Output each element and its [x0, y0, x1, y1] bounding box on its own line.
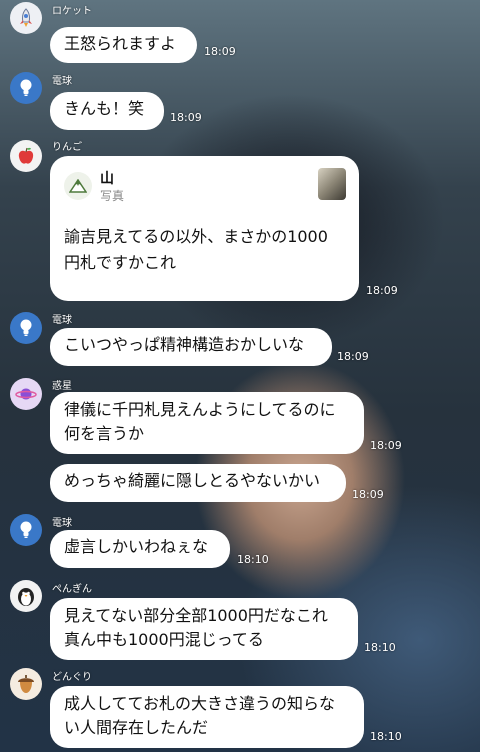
message-line: 成人しててお札の大きさ違うの知らな [64, 694, 336, 713]
message-item: ロケット 王怒られますよ 18:09 [0, 0, 480, 70]
message-item: 惑星 律儀に千円札見えんようにしてるのに 何を言うか 18:09 [0, 374, 480, 458]
timestamp: 18:09 [170, 111, 202, 124]
message-bubble[interactable]: めっちゃ綺麗に隠しとるやないかい [50, 464, 346, 502]
timestamp: 18:09 [370, 439, 402, 452]
sender-name: ぺんぎん [52, 584, 92, 595]
message-line: 律儀に千円札見えんようにしてるのに [64, 400, 336, 419]
message-text: 諭吉見えてるの以外、まさかの1000 円札ですかこれ [64, 224, 364, 276]
message-item: 電球 虚言しかいわねぇな 18:10 [0, 512, 480, 572]
message-item: ぺんぎん 見えてない部分全部1000円だなこれ 真ん中も1000円混じってる 1… [0, 578, 480, 662]
sender-name: どんぐり [52, 672, 92, 683]
message-text: 王怒られますよ [64, 34, 177, 53]
lightbulb-icon[interactable] [10, 514, 42, 546]
message-bubble[interactable]: きんも！笑 [50, 92, 164, 130]
message-bubble[interactable]: こいつやっぱ精神構造おかしいな [50, 328, 332, 366]
message-item: 電球 こいつやっぱ精神構造おかしいな 18:09 [0, 308, 480, 370]
message-item: 電球 きんも！笑 18:09 [0, 70, 480, 132]
timestamp: 18:10 [237, 553, 269, 566]
message-text: こいつやっぱ精神構造おかしいな [64, 335, 305, 354]
card-title: 山 [100, 171, 114, 187]
sender-name: 電球 [52, 76, 72, 87]
shared-post-card[interactable]: 山 写真 諭吉見えてるの以外、まさかの1000 円札ですかこれ [50, 156, 359, 301]
apple-icon[interactable] [10, 140, 42, 172]
timestamp: 18:09 [337, 350, 369, 363]
timestamp: 18:09 [352, 488, 384, 501]
message-line: 諭吉見えてるの以外、まさかの1000 [64, 227, 328, 246]
sender-name: 惑星 [52, 381, 72, 392]
card-header: 山 写真 [64, 168, 346, 206]
mountain-icon [64, 172, 92, 200]
penguin-icon[interactable] [10, 580, 42, 612]
message-bubble[interactable]: 虚言しかいわねぇな [50, 530, 230, 568]
message-bubble[interactable]: 見えてない部分全部1000円だなこれ 真ん中も1000円混じってる [50, 598, 358, 660]
timestamp: 18:09 [366, 284, 398, 297]
message-line: 見えてない部分全部1000円だなこれ [64, 606, 328, 625]
sender-name: 電球 [52, 315, 72, 326]
message-line: 真ん中も1000円混じってる [64, 630, 264, 649]
message-bubble[interactable]: 律儀に千円札見えんようにしてるのに 何を言うか [50, 392, 364, 454]
timestamp: 18:10 [370, 730, 402, 743]
lightbulb-icon[interactable] [10, 312, 42, 344]
timestamp: 18:10 [364, 641, 396, 654]
acorn-icon[interactable] [10, 668, 42, 700]
message-text: めっちゃ綺麗に隠しとるやないかい [64, 471, 321, 490]
rocket-icon[interactable] [10, 2, 42, 34]
message-line: い人間存在したんだ [64, 718, 209, 737]
message-bubble[interactable]: 成人しててお札の大きさ違うの知らな い人間存在したんだ [50, 686, 364, 748]
message-text: 虚言しかいわねぇな [64, 537, 209, 556]
card-subtitle: 写真 [100, 189, 125, 203]
message-item: めっちゃ綺麗に隠しとるやないかい 18:09 [0, 462, 480, 506]
sender-name: ロケット [52, 6, 92, 17]
photo-thumbnail[interactable] [318, 168, 346, 200]
message-line: 円札ですかこれ [64, 253, 177, 272]
message-item: どんぐり 成人しててお札の大きさ違うの知らな い人間存在したんだ 18:10 [0, 664, 480, 752]
message-text: きんも！笑 [64, 99, 145, 118]
message-line: 何を言うか [64, 424, 145, 443]
sender-name: 電球 [52, 518, 72, 529]
message-item: りんご 山 写真 諭吉見えてるの以外、まさかの1000 円札ですかこれ 18:0… [0, 136, 480, 306]
planet-icon[interactable] [10, 378, 42, 410]
sender-name: りんご [52, 142, 82, 153]
timestamp: 18:09 [204, 45, 236, 58]
lightbulb-icon[interactable] [10, 72, 42, 104]
message-bubble[interactable]: 王怒られますよ [50, 27, 197, 63]
